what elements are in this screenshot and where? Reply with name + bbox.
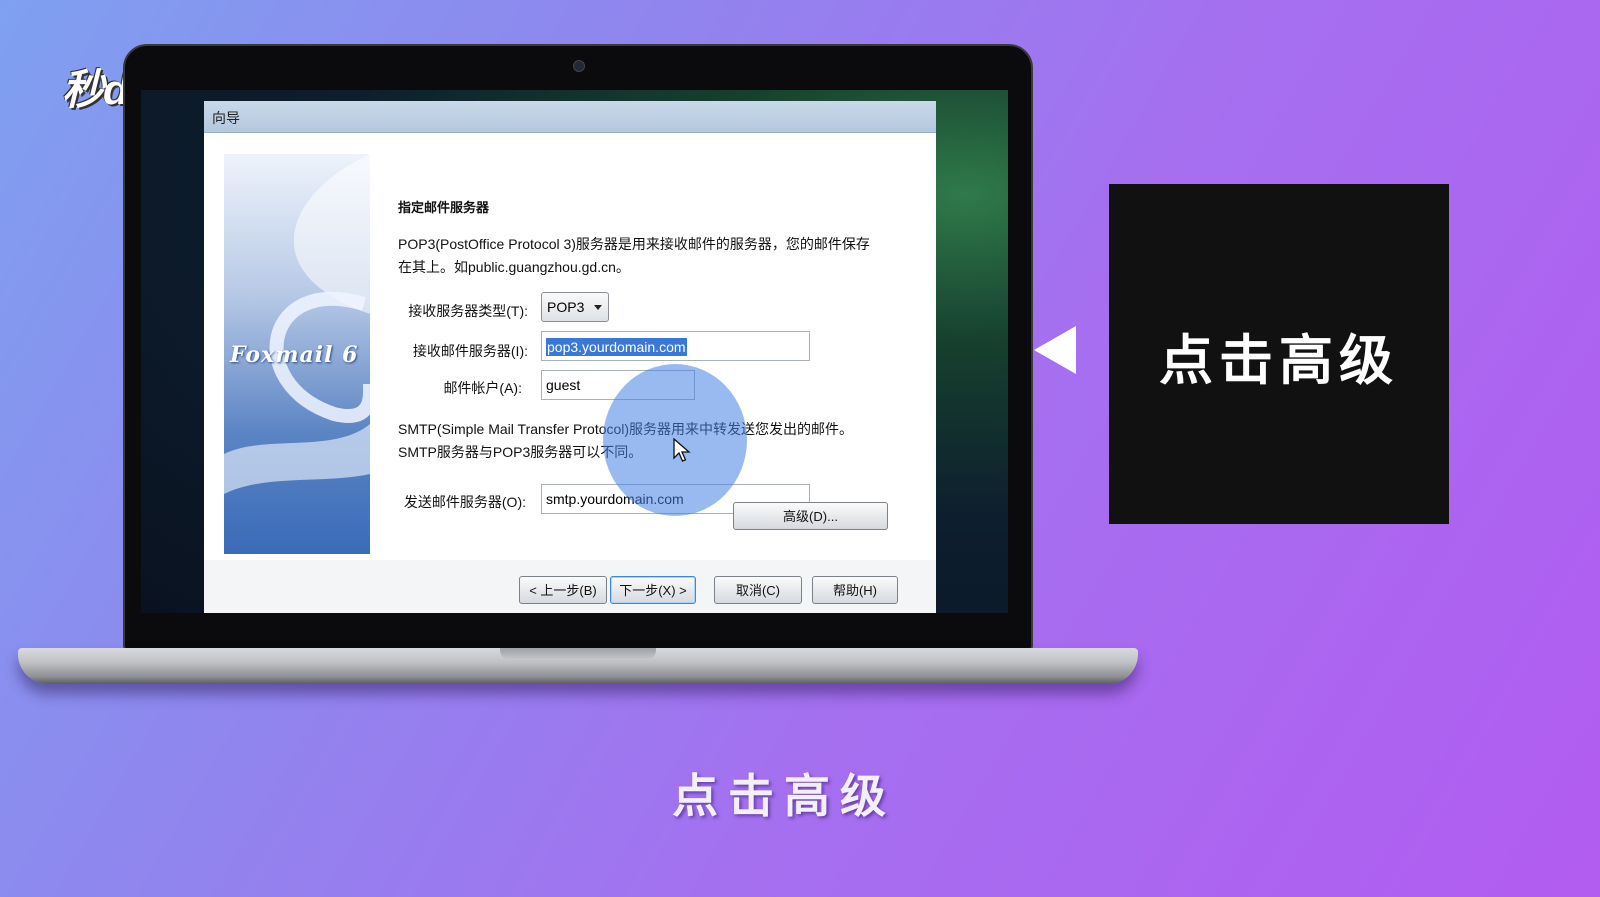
cancel-button[interactable]: 取消(C) [714, 576, 802, 604]
setup-wizard-dialog: 向导 Foxmail 6 指定邮件服务器 POP3(PostOffice Pro… [204, 101, 936, 613]
prev-button[interactable]: < 上一步(B) [519, 576, 607, 604]
account-value: guest [546, 377, 581, 393]
help-button[interactable]: 帮助(H) [812, 576, 898, 604]
callout-text: 点击高级 [1159, 331, 1399, 391]
pointer-triangle-icon [1034, 326, 1076, 374]
video-subtitle: 点击高级 [672, 770, 896, 822]
page-heading: 指定邮件服务器 [398, 200, 490, 215]
incoming-server-value: pop3.yourdomain.com [546, 338, 687, 356]
server-type-value: POP3 [547, 299, 585, 315]
server-type-label: 接收服务器类型(T): [408, 303, 528, 319]
server-type-select[interactable]: POP3 [541, 292, 609, 322]
cursor-arrow-icon [673, 438, 691, 462]
instruction-callout: 点击高级 [1109, 184, 1449, 524]
dialog-title: 向导 [212, 110, 240, 126]
webcam-dot [573, 60, 585, 72]
next-button[interactable]: 下一步(X) > [610, 576, 696, 604]
dialog-titlebar[interactable]: 向导 [204, 101, 936, 133]
pop3-description: POP3(PostOffice Protocol 3)服务器是用来接收邮件的服务… [398, 233, 908, 279]
advanced-button[interactable]: 高级(D)... [733, 502, 888, 530]
foxmail-banner-image: Foxmail 6 [224, 154, 370, 554]
foxmail-brand-text: Foxmail 6 [230, 342, 359, 368]
incoming-server-input[interactable]: pop3.yourdomain.com [541, 331, 810, 361]
incoming-server-label: 接收邮件服务器(I): [412, 343, 528, 359]
account-label: 邮件帐户(A): [443, 380, 522, 396]
pop3-description-line2: 在其上。如public.guangzhou.gd.cn。 [398, 259, 630, 275]
dropdown-arrow-icon [594, 305, 602, 310]
dialog-content: Foxmail 6 指定邮件服务器 POP3(PostOffice Protoc… [204, 133, 936, 560]
outgoing-server-label: 发送邮件服务器(O): [403, 494, 526, 510]
pop3-description-line1: POP3(PostOffice Protocol 3)服务器是用来接收邮件的服务… [398, 236, 870, 252]
laptop-notch [500, 648, 656, 660]
